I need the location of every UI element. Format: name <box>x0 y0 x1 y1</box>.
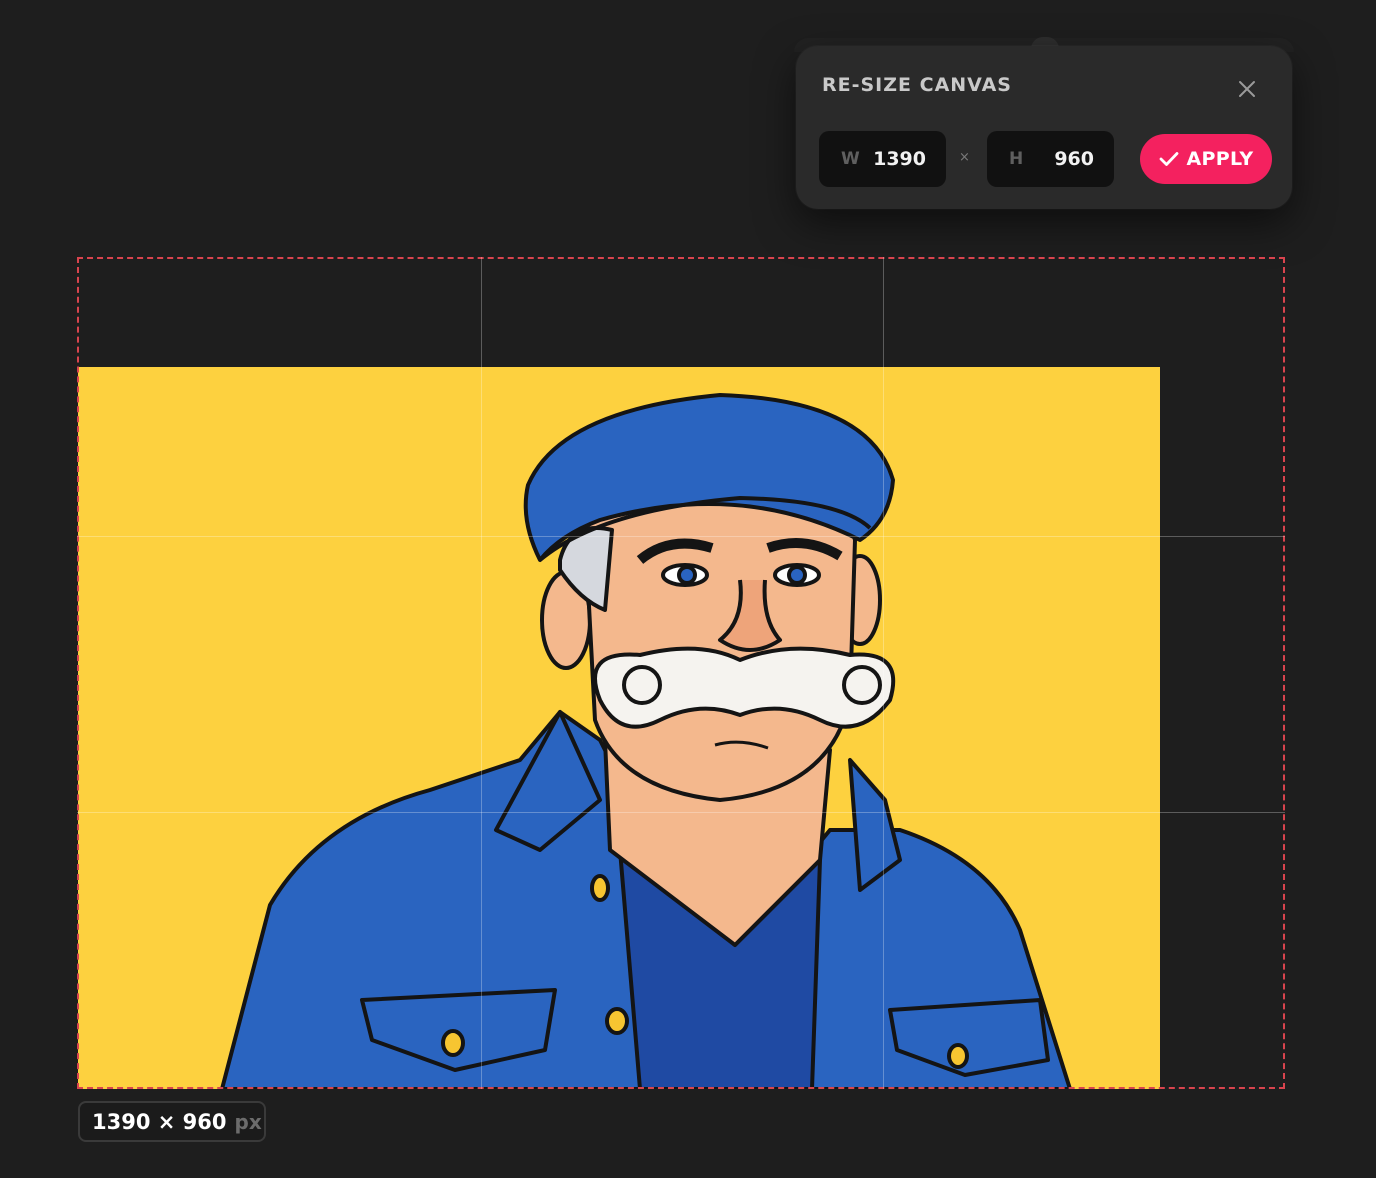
width-value: 1390 <box>873 148 926 170</box>
close-button[interactable] <box>1230 72 1264 106</box>
grid-guide-vertical <box>481 257 482 1089</box>
canvas-boundary[interactable] <box>77 257 1285 1089</box>
width-label: W <box>841 149 860 169</box>
height-label: H <box>1009 149 1024 169</box>
canvas-size-badge: 1390 × 960 px <box>78 1101 266 1142</box>
popover-title: RE-SIZE CANVAS <box>822 74 1012 96</box>
height-value: 960 <box>1054 148 1094 170</box>
grid-guide-horizontal <box>77 812 1285 813</box>
apply-label: APPLY <box>1186 148 1254 170</box>
width-input[interactable]: W 1390 <box>819 131 946 187</box>
canvas-unit: px <box>234 1109 262 1134</box>
resize-canvas-popover: RE-SIZE CANVAS W 1390 × H 960 APPLY <box>796 46 1292 209</box>
check-icon <box>1159 152 1178 166</box>
grid-guide-horizontal <box>77 536 1285 537</box>
grid-guide-vertical <box>883 257 884 1089</box>
dimension-separator: × <box>959 150 970 165</box>
close-icon <box>1239 81 1255 97</box>
apply-button[interactable]: APPLY <box>1140 134 1272 184</box>
canvas-dimensions: 1390 × 960 <box>92 1109 227 1134</box>
height-input[interactable]: H 960 <box>987 131 1114 187</box>
